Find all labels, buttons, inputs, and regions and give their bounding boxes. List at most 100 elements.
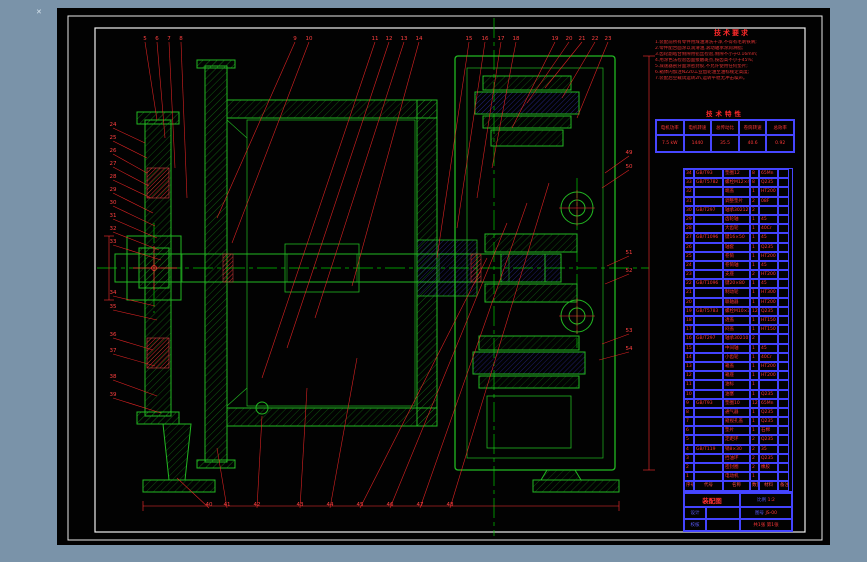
cell-qty: 1 <box>750 279 759 289</box>
code-cell: 图号 JS-00 <box>740 507 792 519</box>
cell-no: 1 <box>684 472 694 482</box>
cell-code <box>694 270 723 280</box>
cell-material: HT150 <box>759 325 778 335</box>
cell-no: 10 <box>684 389 694 399</box>
cell-name: 垫片 <box>723 426 750 436</box>
cell-code <box>694 251 723 261</box>
cell-note <box>778 380 789 390</box>
cell-name: 卷筒 <box>723 251 750 261</box>
cell-note <box>778 270 789 280</box>
cell-code <box>694 224 723 234</box>
cell-qty: 12 <box>750 306 759 316</box>
cell-code: GB/T1096 <box>694 233 723 243</box>
header-code: 代号 <box>694 481 723 491</box>
spec-value-cell: 35.5 <box>711 135 739 152</box>
cell-name: 透盖 <box>723 316 750 326</box>
cell-no: 23 <box>684 270 694 280</box>
cell-name: 端盖 <box>723 187 750 197</box>
cell-qty: 1 <box>750 288 759 298</box>
cell-qty: 1 <box>750 260 759 271</box>
cell-no: 4 <box>684 444 694 454</box>
sheet-info: 共1张 第1张 <box>740 519 792 531</box>
cell-material: HT200 <box>759 297 778 307</box>
table-row: 18 透盖 1 HT150 <box>684 316 792 326</box>
cell-no: 29 <box>684 214 694 225</box>
cell-note <box>778 279 789 289</box>
cell-material: 45 <box>759 233 778 243</box>
cell-name: 油标 <box>723 380 750 390</box>
cell-code: GB/T297 <box>694 205 723 215</box>
cell-qty: 1 <box>750 389 759 399</box>
cell-name: 键20×80 <box>723 279 750 289</box>
cell-note <box>778 325 789 335</box>
cell-note <box>778 306 789 316</box>
cell-name: 油塞 <box>723 389 750 399</box>
cell-code <box>694 196 723 206</box>
scale-cell: 比例 1:2 <box>740 493 792 507</box>
cell-no: 22 <box>684 279 694 289</box>
cell-material: Q235 <box>759 417 778 427</box>
table-row: 32 端盖 1 HT200 <box>684 187 792 197</box>
table-row: 24 卷筒轴 1 45 <box>684 260 792 271</box>
cell-qty: 2 <box>750 270 759 280</box>
cell-code <box>694 453 723 463</box>
spec-column: 电机转速 1440 <box>683 120 712 152</box>
cell-material: Q235 <box>759 306 778 316</box>
cell-no: 15 <box>684 343 694 353</box>
cell-no: 17 <box>684 325 694 335</box>
cell-name: 键16×50 <box>723 233 750 243</box>
table-row: 26 轴套 1 Q235 <box>684 242 792 252</box>
cell-no: 13 <box>684 361 694 372</box>
cell-no: 20 <box>684 297 694 307</box>
table-row: 29 齿轮轴 1 45 <box>684 214 792 225</box>
table-row: 21 制动轮 1 HT300 <box>684 288 792 298</box>
table-row: 31 调整垫片 2 08F <box>684 196 792 206</box>
cell-material: 65Mn <box>759 398 778 408</box>
cell-qty: 8 <box>750 178 759 188</box>
cell-code <box>694 343 723 353</box>
cell-no: 32 <box>684 187 694 197</box>
spec-table: 技术特性 电机功率 7.5 kW 电机转速 1440 总传动比 35.5 卷筒转… <box>655 108 795 153</box>
cell-code <box>694 352 723 362</box>
cell-code <box>694 297 723 307</box>
spec-header-cell: 总传动比 <box>711 120 739 135</box>
table-row: 20 联轴器 1 HT200 <box>684 297 792 307</box>
cell-name: 轴承30210 <box>723 334 750 344</box>
scale-value: 1:2 <box>767 497 775 503</box>
check-label: 校核 <box>684 519 706 531</box>
cell-code <box>694 214 723 225</box>
cell-name: 通气器 <box>723 407 750 418</box>
cell-no: 19 <box>684 306 694 316</box>
cell-code <box>694 389 723 399</box>
cell-name: 联轴器 <box>723 297 750 307</box>
cell-code <box>694 426 723 436</box>
cell-no: 27 <box>684 233 694 243</box>
cell-material <box>759 205 778 215</box>
cell-no: 33 <box>684 178 694 188</box>
cell-note <box>778 371 789 381</box>
cell-name: 小齿轮 <box>723 352 750 362</box>
spec-column: 总效率 0.92 <box>766 120 794 152</box>
spec-value-cell: 0.92 <box>766 135 794 152</box>
cell-material: HT200 <box>759 270 778 280</box>
cell-note <box>778 224 789 234</box>
spec-grid: 电机功率 7.5 kW 电机转速 1440 总传动比 35.5 卷筒转速 40.… <box>655 119 795 153</box>
cell-note <box>778 288 789 298</box>
cell-note <box>778 242 789 252</box>
title-block: 装配图 比例 1:2 设计 图号 JS-00 校核 共1张 第1张 <box>683 492 793 532</box>
header-no: 序号 <box>684 481 694 491</box>
drawing-name: 装配图 <box>684 493 740 507</box>
cell-name: 垫圈10 <box>723 398 750 408</box>
design-label: 设计 <box>684 507 706 519</box>
cell-code <box>694 463 723 473</box>
cell-code: GB/T119 <box>694 444 723 454</box>
cell-qty: 12 <box>750 398 759 408</box>
cell-material: 橡胶 <box>759 463 778 473</box>
cell-qty: 1 <box>750 224 759 234</box>
cell-qty: 1 <box>750 352 759 362</box>
cell-name: 定距环 <box>723 435 750 445</box>
cell-material: Q235 <box>759 435 778 445</box>
cell-material: Q235 <box>759 242 778 252</box>
cell-qty: 8 <box>750 169 759 179</box>
cell-qty: 2 <box>750 435 759 445</box>
